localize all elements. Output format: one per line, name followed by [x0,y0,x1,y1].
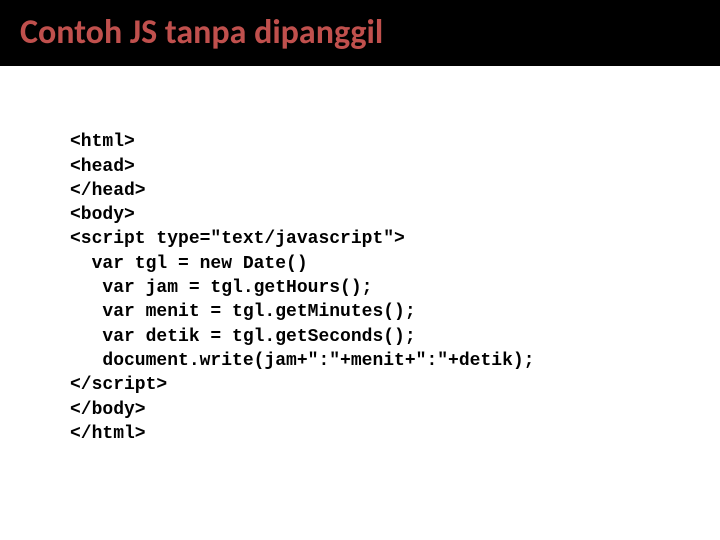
code-line: <html> [70,132,135,152]
code-line: <body> [70,205,135,225]
slide-content: <html> <head> </head> <body> <script typ… [0,66,720,490]
code-line: </html> [70,424,146,444]
slide-header: Contoh JS tanpa dipanggil [0,0,720,66]
code-line: var jam = tgl.getHours(); [70,278,372,298]
code-line: <head> [70,157,135,177]
code-line: document.write(jam+":"+menit+":"+detik); [70,351,534,371]
code-block: <html> <head> </head> <body> <script typ… [70,106,660,470]
code-line: </body> [70,400,146,420]
code-line: var detik = tgl.getSeconds(); [70,327,416,347]
slide-title: Contoh JS tanpa dipanggil [20,12,700,53]
code-line: </head> [70,181,146,201]
code-line: <script type="text/javascript"> [70,229,405,249]
code-line: var tgl = new Date() [70,254,308,274]
code-line: </script> [70,375,167,395]
code-line: var menit = tgl.getMinutes(); [70,302,416,322]
